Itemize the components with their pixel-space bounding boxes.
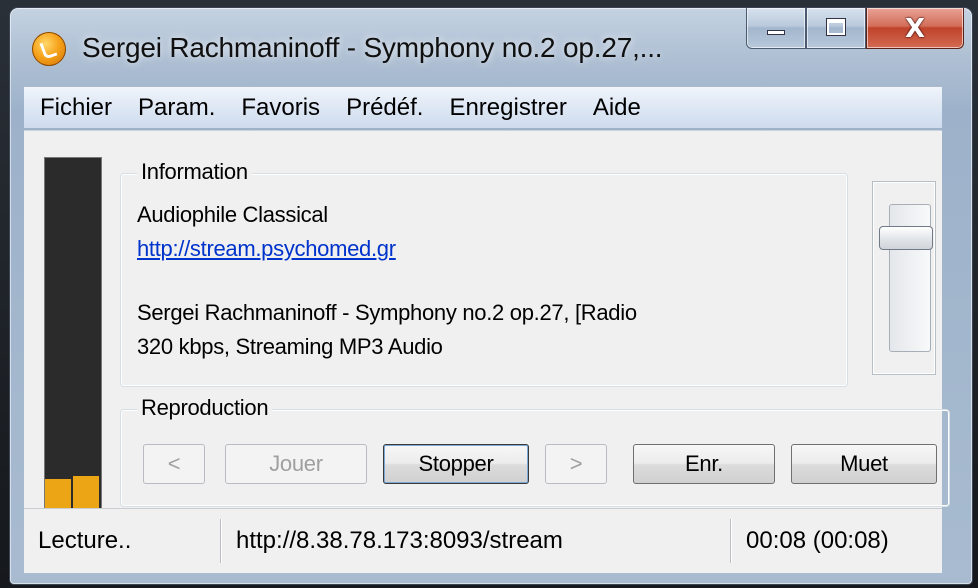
information-legend: Information [137,159,252,185]
menu-predef[interactable]: Prédéf. [346,94,423,122]
menu-aide[interactable]: Aide [593,94,641,122]
radio-player-icon[interactable] [32,32,66,66]
volume-thumb[interactable] [879,226,933,250]
vu-meter [44,157,102,511]
caption-buttons: X [746,8,964,49]
reproduction-legend: Reproduction [137,395,273,421]
play-button[interactable]: Jouer [225,444,367,484]
next-button[interactable]: > [545,444,607,484]
track-title: Sergei Rachmaninoff - Symphony no.2 op.2… [137,300,637,325]
minimize-icon [767,30,785,35]
previous-button[interactable]: < [143,444,205,484]
menu-fichier[interactable]: Fichier [40,94,112,122]
menu-favoris[interactable]: Favoris [241,94,320,122]
station-name: Audiophile Classical [137,202,328,227]
status-separator [730,519,731,563]
maximize-button[interactable] [806,8,866,49]
minimize-button[interactable] [746,8,806,49]
main-panel: Information Audiophile Classical http://… [24,130,950,511]
status-playback-state: Lecture.. [38,527,132,554]
information-group: Information Audiophile Classical http://… [120,159,848,387]
title-bar[interactable]: Sergei Rachmaninoff - Symphony no.2 op.2… [10,8,972,86]
status-stream-url: http://8.38.78.173:8093/stream [236,527,563,554]
status-bar: Lecture.. http://8.38.78.173:8093/stream… [24,508,942,573]
vu-meter-left-bar [45,479,71,510]
close-button[interactable]: X [866,8,964,49]
menu-enregistrer[interactable]: Enregistrer [449,94,566,122]
status-elapsed-time: 00:08 (00:08) [746,527,889,554]
menu-param[interactable]: Param. [138,94,215,122]
window-title: Sergei Rachmaninoff - Symphony no.2 op.2… [82,32,663,63]
record-button[interactable]: Enr. [633,444,775,484]
mute-button[interactable]: Muet [791,444,937,484]
stream-info: 320 kbps, Streaming MP3 Audio [137,334,443,359]
reproduction-group: Reproduction < Jouer Stopper > Enr. Muet [120,395,950,507]
volume-slider[interactable] [872,181,936,375]
maximize-icon [827,19,845,35]
vu-meter-right-bar [73,476,99,510]
menu-bar: Fichier Param. Favoris Prédéf. Enregistr… [24,86,942,128]
status-separator [220,519,221,563]
close-icon: X [904,14,926,44]
station-url-link[interactable]: http://stream.psychomed.gr [137,236,396,262]
stop-button[interactable]: Stopper [383,444,529,484]
